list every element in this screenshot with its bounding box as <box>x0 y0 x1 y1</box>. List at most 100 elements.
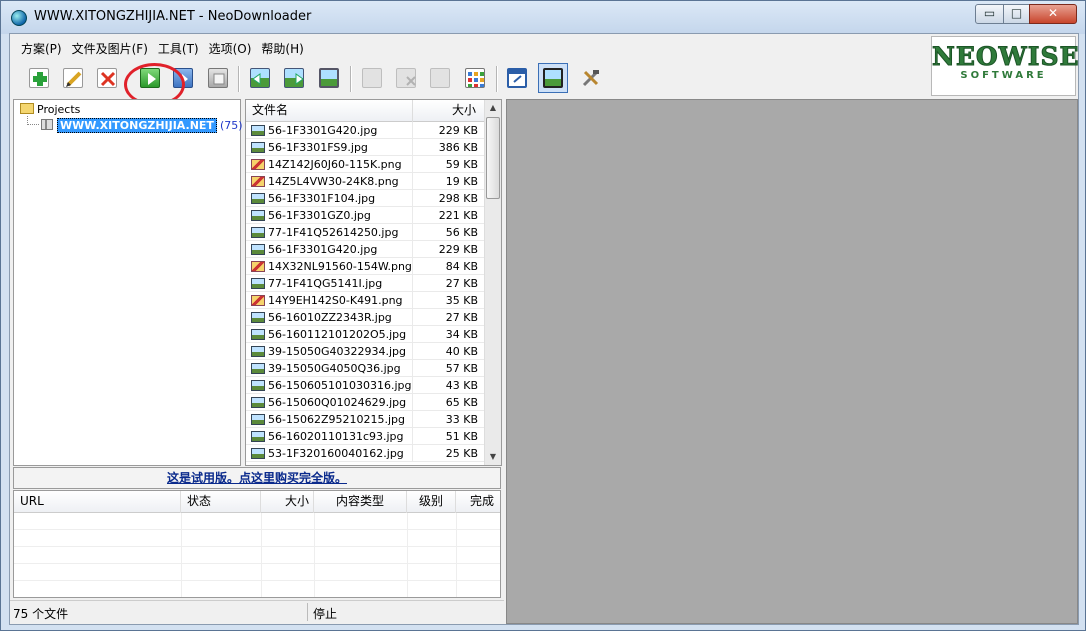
delete-image-button[interactable] <box>393 65 419 91</box>
file-row[interactable]: 56-15062Z95210215.jpg33 KB <box>246 411 484 428</box>
jpg-file-icon <box>251 193 265 204</box>
toolbar <box>12 62 927 96</box>
png-file-icon <box>251 261 265 272</box>
file-row[interactable]: 56-160112101202O5.jpg34 KB <box>246 326 484 343</box>
jpg-file-icon <box>251 210 265 221</box>
file-size: 59 KB <box>446 158 478 171</box>
column-header-level[interactable]: 级别 <box>407 491 456 513</box>
column-header-name[interactable]: 文件名 <box>246 100 413 122</box>
table-row <box>14 564 500 581</box>
status-state: 停止 <box>313 605 337 622</box>
maximize-button[interactable]: □ <box>1003 4 1030 24</box>
file-size: 57 KB <box>446 362 478 375</box>
image-forward-button[interactable] <box>281 65 307 91</box>
file-name: 56-15060Q01024629.jpg <box>268 396 406 409</box>
grid-line <box>412 275 413 292</box>
file-row[interactable]: 77-1F41QG5141I.jpg27 KB <box>246 275 484 292</box>
menu-project[interactable]: 方案(P) <box>16 37 67 59</box>
file-row[interactable]: 14Z5L4VW30-24K8.png19 KB <box>246 173 484 190</box>
file-row[interactable]: 56-16010ZZ2343R.jpg27 KB <box>246 309 484 326</box>
menu-files-images[interactable]: 文件及图片(F) <box>67 37 153 59</box>
tree-root[interactable]: Projects <box>20 103 80 116</box>
file-name: 56-16010ZZ2343R.jpg <box>268 311 392 324</box>
tree-item-count: (75) <box>220 119 243 132</box>
image-back-button[interactable] <box>247 65 273 91</box>
copy-image-button[interactable] <box>359 65 385 91</box>
scroll-thumb[interactable] <box>486 117 500 199</box>
edit-project-button[interactable] <box>60 65 86 91</box>
trial-banner: 这是试用版。点这里购买完全版。 <box>13 467 501 489</box>
thumbnails-button[interactable] <box>462 65 488 91</box>
file-size: 229 KB <box>439 243 478 256</box>
menu-help[interactable]: 帮助(H) <box>256 37 308 59</box>
file-name: 14X32NL91560-154W.png <box>268 260 412 273</box>
file-row[interactable]: 56-1F3301G420.jpg229 KB <box>246 241 484 258</box>
tree-root-label: Projects <box>37 103 80 116</box>
file-row[interactable]: 56-1F3301FS9.jpg386 KB <box>246 139 484 156</box>
file-row[interactable]: 14X32NL91560-154W.png84 KB <box>246 258 484 275</box>
scroll-down-button[interactable]: ▼ <box>485 449 501 465</box>
menu-options[interactable]: 选项(O) <box>204 37 257 59</box>
file-row[interactable]: 14Z142J60J60-115K.png59 KB <box>246 156 484 173</box>
file-name: 56-16020110131c93.jpg <box>268 430 404 443</box>
file-row[interactable]: 77-1F41Q52614250.jpg56 KB <box>246 224 484 241</box>
project-icon <box>41 119 53 130</box>
table-row <box>14 530 500 547</box>
grid-line <box>412 292 413 309</box>
table-row <box>14 547 500 564</box>
file-list-scrollbar[interactable]: ▲ ▼ <box>484 100 501 465</box>
jpg-file-icon <box>251 278 265 289</box>
app-globe-icon[interactable] <box>11 10 27 26</box>
file-list-body: 56-1F3301G420.jpg229 KB56-1F3301FS9.jpg3… <box>246 122 484 462</box>
column-header-content-type[interactable]: 内容类型 <box>314 491 407 513</box>
file-row[interactable]: 56-15060Q01024629.jpg65 KB <box>246 394 484 411</box>
window-title: WWW.XITONGZHIJIA.NET - NeoDownloader <box>34 9 311 24</box>
column-header-size[interactable]: 大小 <box>261 491 314 513</box>
column-header-url[interactable]: URL <box>14 491 181 513</box>
jpg-file-icon <box>251 244 265 255</box>
file-row[interactable]: 39-15050G40322934.jpg40 KB <box>246 343 484 360</box>
column-header-done[interactable]: 完成 <box>456 491 500 513</box>
delete-project-button[interactable] <box>94 65 120 91</box>
file-name: 56-1F3301F104.jpg <box>268 192 375 205</box>
table-row <box>14 581 500 598</box>
file-row[interactable]: 56-150605101030316.jpg43 KB <box>246 377 484 394</box>
minimize-button[interactable]: ▭ <box>975 4 1004 24</box>
monitor-image-button[interactable] <box>427 65 453 91</box>
file-row[interactable]: 56-1F3301F104.jpg298 KB <box>246 190 484 207</box>
grid-line <box>412 326 413 343</box>
jpg-file-icon <box>251 346 265 357</box>
column-header-size[interactable]: 大小 <box>413 100 484 122</box>
file-row[interactable]: 56-16020110131c93.jpg51 KB <box>246 428 484 445</box>
screen-image-button[interactable] <box>316 65 342 91</box>
jpg-file-icon <box>251 380 265 391</box>
fit-image-button[interactable] <box>538 63 568 93</box>
grid-line <box>412 173 413 190</box>
tree-item-project[interactable]: WWW.XITONGZHIJIA.NET(75) <box>41 119 243 132</box>
status-separator <box>307 603 308 621</box>
file-size: 35 KB <box>446 294 478 307</box>
file-size: 221 KB <box>439 209 478 222</box>
column-header-status[interactable]: 状态 <box>181 491 261 513</box>
file-row[interactable]: 14Y9EH142S0-K491.png35 KB <box>246 292 484 309</box>
file-size: 229 KB <box>439 124 478 137</box>
grid-line <box>412 411 413 428</box>
scroll-up-button[interactable]: ▲ <box>485 100 501 116</box>
toolbar-separator <box>350 66 352 92</box>
jpg-file-icon <box>251 448 265 459</box>
file-name: 56-160112101202O5.jpg <box>268 328 406 341</box>
add-project-button[interactable] <box>26 65 52 91</box>
close-button[interactable]: ✕ <box>1029 4 1077 24</box>
tools-button[interactable] <box>578 65 604 91</box>
file-name: 39-15050G4050Q36.jpg <box>268 362 401 375</box>
title-bar[interactable]: WWW.XITONGZHIJIA.NET - NeoDownloader ▭ □… <box>1 1 1085 34</box>
file-row[interactable]: 56-1F3301GZ0.jpg221 KB <box>246 207 484 224</box>
file-row[interactable]: 39-15050G4050Q36.jpg 57 KB <box>246 360 484 377</box>
buy-full-version-link[interactable]: 这是试用版。点这里购买完全版。 <box>167 471 347 485</box>
file-row[interactable]: 56-1F3301G420.jpg229 KB <box>246 122 484 139</box>
file-row[interactable]: 53-1F320160040162.jpg25 KB <box>246 445 484 462</box>
menu-tools[interactable]: 工具(T) <box>153 37 204 59</box>
stop-download-button[interactable] <box>205 65 231 91</box>
app-window: WWW.XITONGZHIJIA.NET - NeoDownloader ▭ □… <box>0 0 1086 631</box>
open-window-button[interactable] <box>504 65 530 91</box>
